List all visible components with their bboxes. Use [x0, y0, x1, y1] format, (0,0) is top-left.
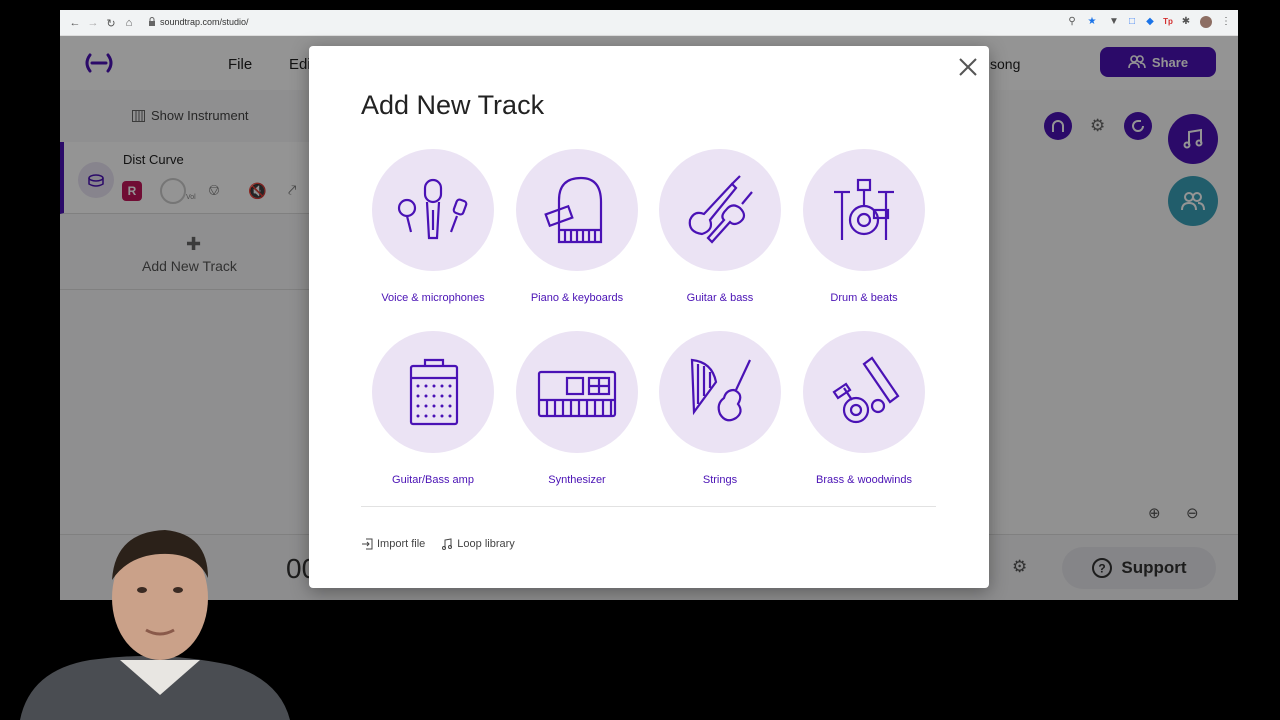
- instrument-strings[interactable]: Strings: [650, 331, 790, 486]
- import-label: Import file: [377, 538, 426, 550]
- close-icon[interactable]: [955, 54, 981, 80]
- music-note-small-icon: [442, 538, 453, 550]
- instrument-guitar[interactable]: Guitar & bass: [650, 149, 790, 304]
- divider: [361, 506, 936, 507]
- drum-kit-icon: [803, 149, 925, 271]
- instrument-label: Guitar & bass: [686, 292, 754, 304]
- instrument-amp[interactable]: Guitar/Bass amp: [363, 331, 503, 486]
- webcam-presenter-image: [20, 530, 290, 720]
- piano-icon: [516, 149, 638, 271]
- docs-icon[interactable]: □: [1126, 16, 1138, 28]
- tp-extension-icon[interactable]: Tp: [1162, 16, 1174, 28]
- microphone-icon: [372, 149, 494, 271]
- instrument-label: Guitar/Bass amp: [392, 474, 474, 486]
- import-file-link[interactable]: Import file: [361, 538, 425, 550]
- forward-icon[interactable]: →: [84, 14, 102, 32]
- import-icon: [362, 538, 373, 550]
- address-bar[interactable]: soundtrap.com/studio/: [160, 17, 249, 27]
- modal-title: Add New Track: [361, 90, 545, 120]
- instrument-label: Piano & keyboards: [530, 292, 624, 304]
- add-track-modal: Add New Track Voice & microphones Piano …: [309, 46, 989, 588]
- bookmark-star-icon[interactable]: ★: [1086, 16, 1098, 28]
- screen: ← → ↻ ⌂ soundtrap.com/studio/ ⚲ ★ ▼ □ ◆ …: [0, 0, 1280, 720]
- instrument-label: Voice & microphones: [381, 292, 485, 304]
- instrument-brass[interactable]: Brass & woodwinds: [794, 331, 934, 486]
- instrument-label: Drum & beats: [830, 292, 898, 304]
- back-icon[interactable]: ←: [66, 14, 84, 32]
- kebab-menu-icon[interactable]: ⋮: [1220, 16, 1232, 28]
- puzzle-icon[interactable]: ✱: [1180, 16, 1192, 28]
- instrument-label: Strings: [702, 474, 738, 486]
- instrument-voice[interactable]: Voice & microphones: [363, 149, 503, 304]
- profile-avatar[interactable]: [1200, 16, 1212, 28]
- home-icon[interactable]: ⌂: [120, 14, 138, 32]
- loop-label: Loop library: [457, 538, 515, 550]
- instrument-drums[interactable]: Drum & beats: [794, 149, 934, 304]
- reload-icon[interactable]: ↻: [102, 14, 120, 32]
- brass-icon: [803, 331, 925, 453]
- modal-footer: Import file Loop library: [361, 538, 515, 550]
- extension-icon[interactable]: ▼: [1108, 16, 1120, 28]
- browser-toolbar: ← → ↻ ⌂ soundtrap.com/studio/ ⚲ ★ ▼ □ ◆ …: [60, 10, 1238, 36]
- synthesizer-icon: [516, 331, 638, 453]
- instrument-label: Synthesizer: [548, 474, 606, 486]
- instrument-label: Brass & woodwinds: [816, 474, 912, 486]
- instrument-synth[interactable]: Synthesizer: [507, 331, 647, 486]
- loop-library-link[interactable]: Loop library: [441, 538, 515, 550]
- harp-violin-icon: [659, 331, 781, 453]
- lock-icon: [149, 17, 155, 26]
- dropbox-icon[interactable]: ◆: [1144, 16, 1156, 28]
- amp-icon: [372, 331, 494, 453]
- instrument-piano[interactable]: Piano & keyboards: [507, 149, 647, 304]
- guitar-icon: [659, 149, 781, 271]
- zoom-icon[interactable]: ⚲: [1066, 16, 1078, 28]
